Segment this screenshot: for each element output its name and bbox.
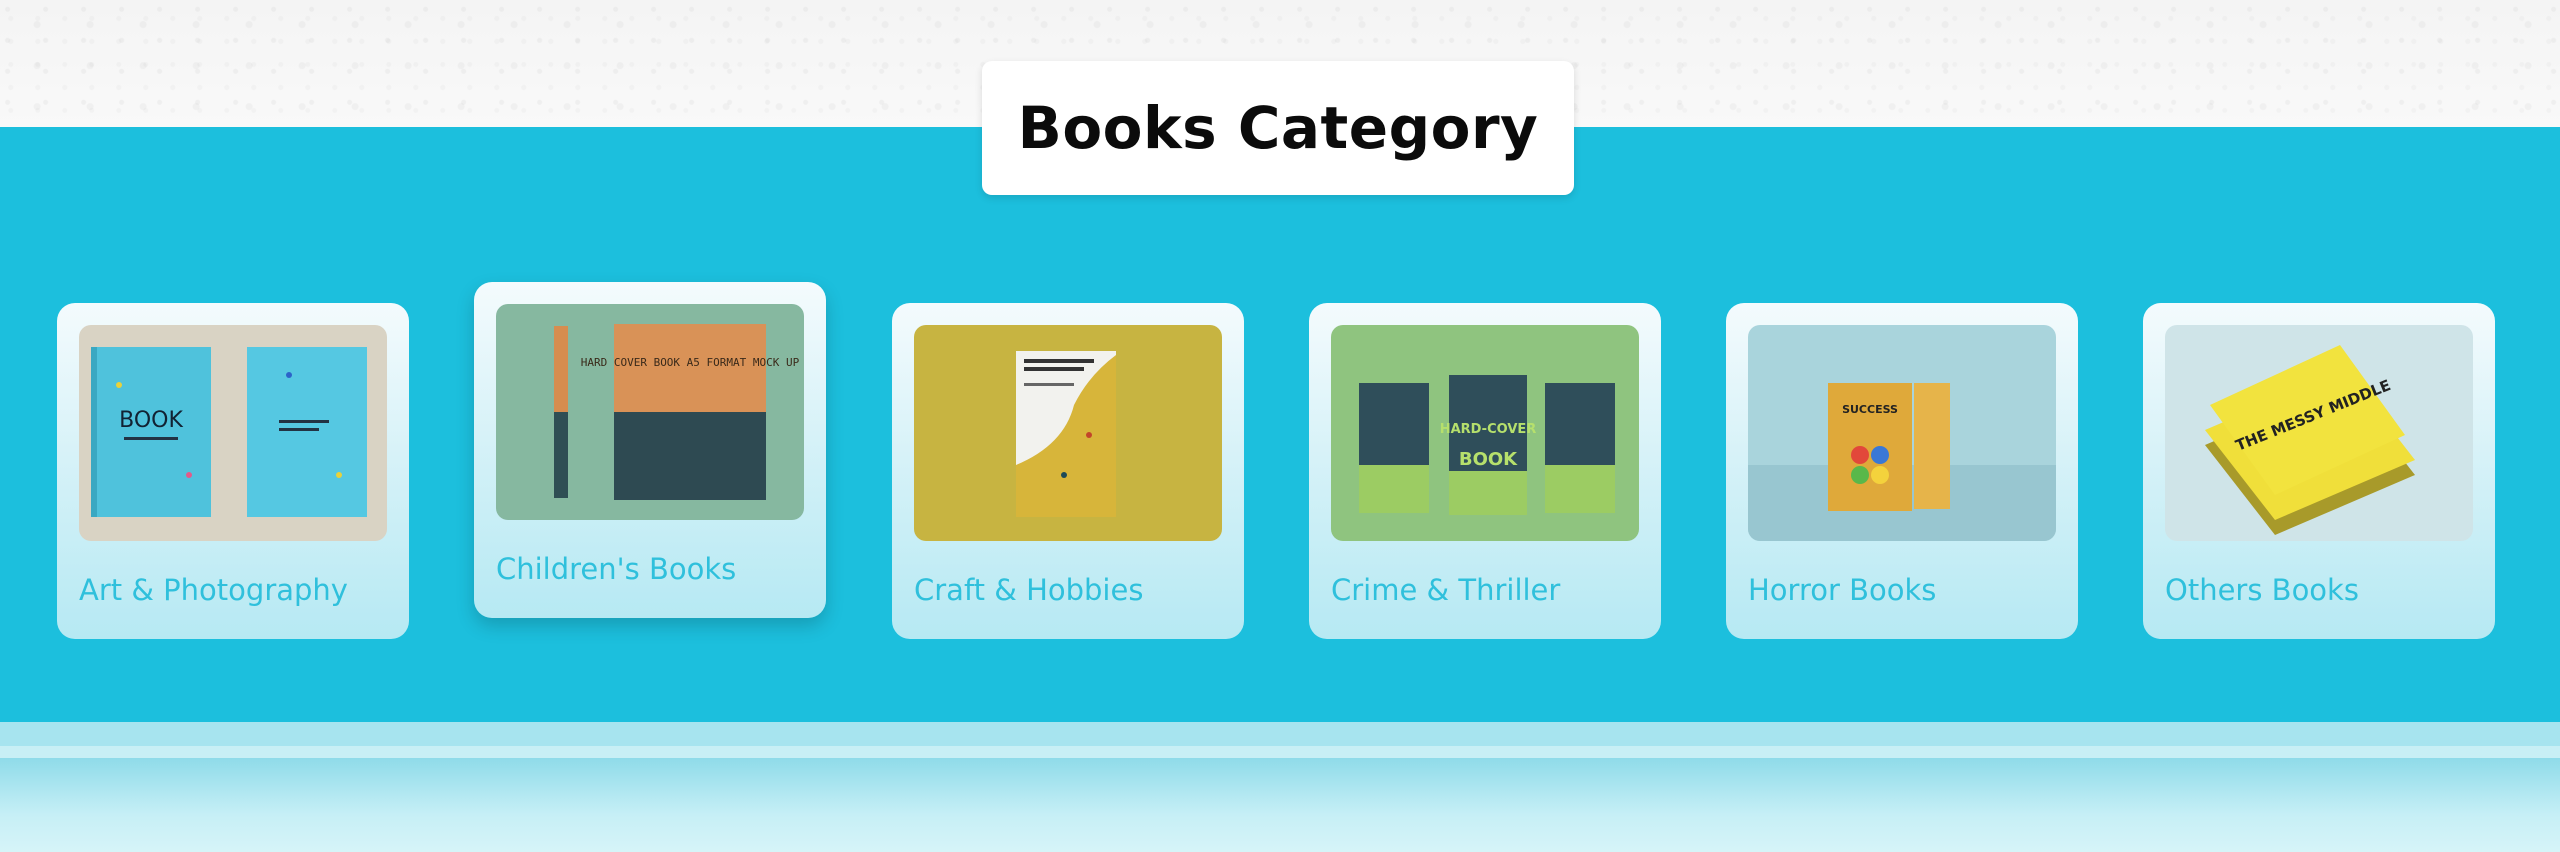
- book-mockup-image: [914, 325, 1222, 541]
- book-thumbnail: THE MESSY MIDDLE: [2165, 325, 2473, 541]
- category-label: Others Books: [2165, 573, 2359, 607]
- book-cover-text: BOOK: [1459, 449, 1518, 470]
- footer-divider-light: [0, 746, 2560, 758]
- section-title: Books Category: [1017, 94, 1539, 162]
- category-card-others-books[interactable]: THE MESSY MIDDLE Others Books: [2143, 303, 2495, 639]
- book-mockup-image: THE MESSY MIDDLE: [2165, 325, 2473, 541]
- category-label: Children's Books: [496, 552, 737, 586]
- footer-divider: [0, 722, 2560, 746]
- book-thumbnail: BOOK: [79, 325, 387, 541]
- book-cover-text: SUCCESS: [1842, 403, 1898, 416]
- book-thumbnail: HARD-COVER BOOK: [1331, 325, 1639, 541]
- book-cover-text: HARD-COVER: [1440, 422, 1537, 437]
- category-card-craft-hobbies[interactable]: Craft & Hobbies: [892, 303, 1244, 639]
- category-card-crime-thriller[interactable]: HARD-COVER BOOK Crime & Thriller: [1309, 303, 1661, 639]
- footer-background: [0, 758, 2560, 852]
- category-card-art-photography[interactable]: BOOK Art & Photography: [57, 303, 409, 639]
- category-label: Art & Photography: [79, 573, 348, 607]
- book-thumbnail: SUCCESS: [1748, 325, 2056, 541]
- category-label: Horror Books: [1748, 573, 1937, 607]
- book-cover-text: BOOK: [119, 408, 183, 433]
- category-label: Crime & Thriller: [1331, 573, 1561, 607]
- book-cover-text: HARD COVER BOOK A5 FORMAT MOCK UP: [581, 356, 800, 369]
- section-title-box: Books Category: [982, 61, 1574, 195]
- category-card-horror-books[interactable]: SUCCESS Horror Books: [1726, 303, 2078, 639]
- book-thumbnail: HARD COVER BOOK A5 FORMAT MOCK UP: [496, 304, 804, 520]
- book-mockup-image: HARD COVER BOOK A5 FORMAT MOCK UP: [496, 304, 804, 520]
- book-thumbnail: [914, 325, 1222, 541]
- book-mockup-image: HARD-COVER BOOK: [1331, 325, 1639, 541]
- book-mockup-image: SUCCESS: [1748, 325, 2056, 541]
- category-card-childrens-books[interactable]: HARD COVER BOOK A5 FORMAT MOCK UP Childr…: [474, 282, 826, 618]
- book-mockup-image: BOOK: [79, 325, 387, 541]
- category-label: Craft & Hobbies: [914, 573, 1144, 607]
